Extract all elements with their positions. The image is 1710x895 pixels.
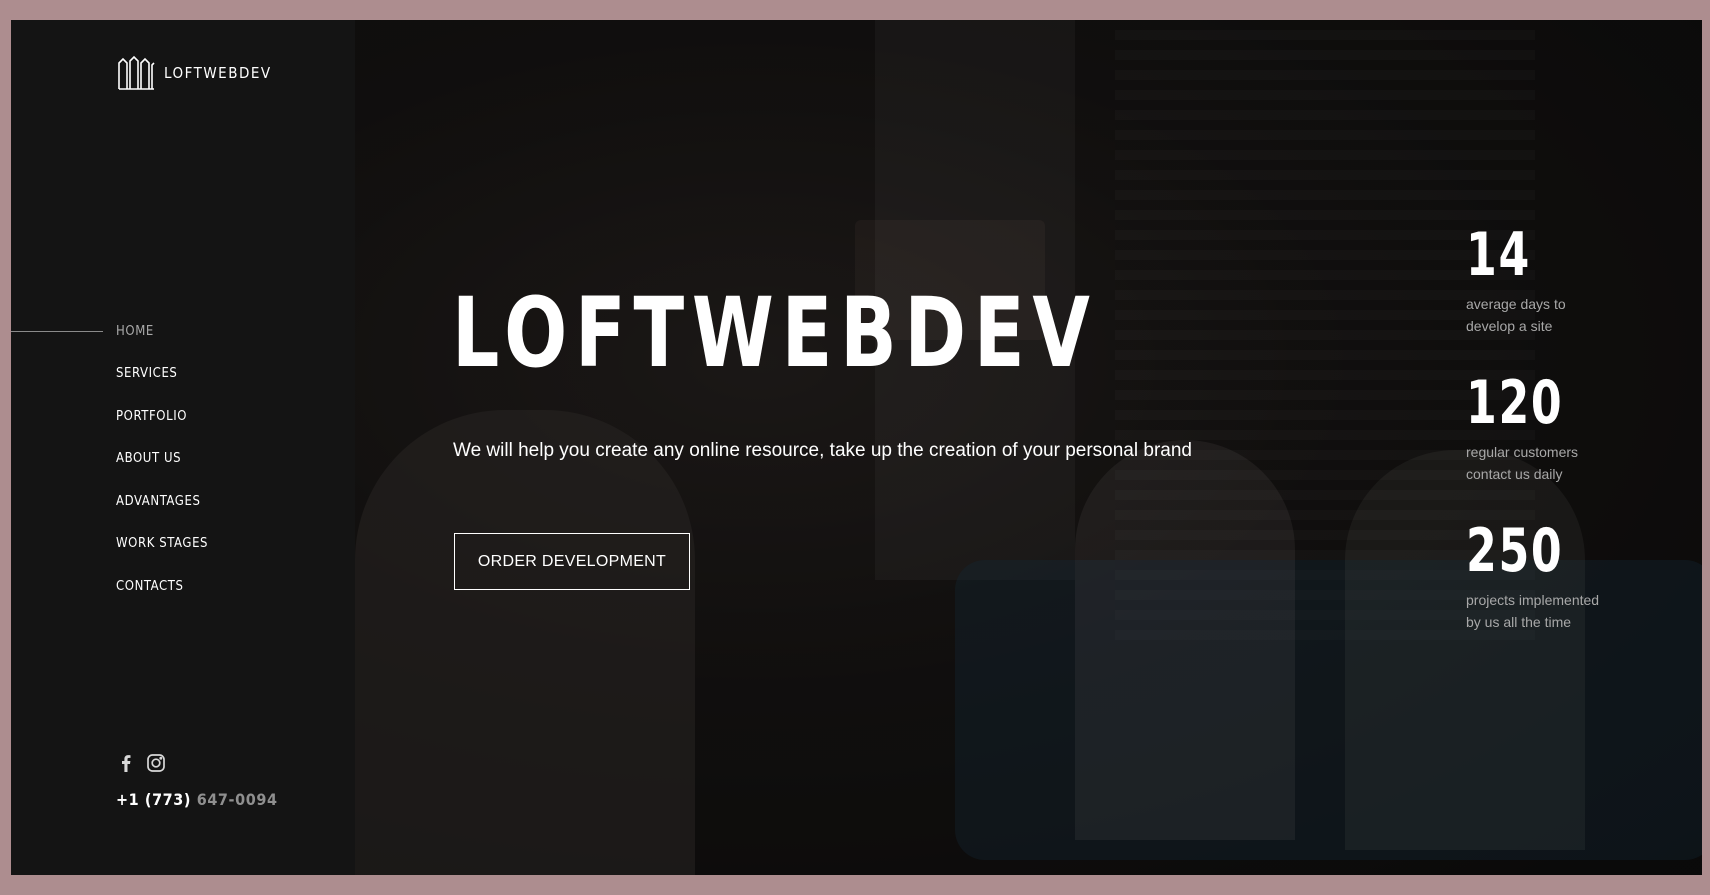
stat-description: average days to develop a site	[1466, 296, 1566, 334]
stat-value: 14	[1466, 220, 1531, 290]
stat-description: regular customers contact us daily	[1466, 444, 1579, 482]
order-development-button[interactable]: ORDER DEVELOPMENT	[454, 533, 690, 590]
phone-number[interactable]: +1 (773) 647-0094	[116, 790, 278, 809]
brand-name: LOFTWEBDEV	[164, 64, 272, 82]
nav-item-label: WORK STAGES	[116, 536, 209, 552]
nav-item-portfolio[interactable]: PORTFOLIO	[11, 395, 355, 438]
nav-item-label: ABOUT US	[116, 451, 182, 467]
nav-item-label: HOME	[116, 323, 154, 339]
instagram-icon[interactable]	[146, 753, 166, 773]
nav-item-label: CONTACTS	[116, 578, 184, 594]
page-frame: LOFTWEBDEV HOME SERVICES PORTFOLIO ABOUT…	[11, 20, 1702, 875]
nav-item-about-us[interactable]: ABOUT US	[11, 438, 355, 481]
facebook-icon[interactable]	[116, 753, 136, 773]
nav-item-label: SERVICES	[116, 366, 178, 382]
background-person	[1345, 450, 1585, 850]
brand-logo[interactable]: LOFTWEBDEV	[116, 55, 272, 91]
nav-item-contacts[interactable]: CONTACTS	[11, 565, 355, 608]
stat-value: 250	[1466, 516, 1564, 586]
background-person	[1075, 440, 1295, 840]
social-links	[116, 753, 166, 773]
hero-subtitle: We will help you create any online resou…	[453, 440, 1192, 461]
hero-section: LOFTWEBDEV We will help you create any o…	[355, 20, 1702, 875]
phone-prefix: +1 (773)	[116, 790, 192, 809]
nav-item-work-stages[interactable]: WORK STAGES	[11, 523, 355, 566]
stat-item: 250 projects implemented by us all the t…	[1466, 521, 1626, 633]
logo-icon	[118, 55, 155, 90]
phone-digits: 647-0094	[196, 790, 278, 809]
active-indicator-line	[11, 331, 103, 333]
nav-item-advantages[interactable]: ADVANTAGES	[11, 480, 355, 523]
hero-title: LOFTWEBDEV	[452, 277, 1098, 389]
stat-description: projects implemented by us all the time	[1466, 592, 1600, 630]
nav-item-services[interactable]: SERVICES	[11, 353, 355, 396]
sidebar: LOFTWEBDEV HOME SERVICES PORTFOLIO ABOUT…	[11, 20, 355, 875]
nav-item-home[interactable]: HOME	[11, 310, 355, 353]
nav-item-label: ADVANTAGES	[116, 493, 201, 509]
background-person	[355, 410, 695, 875]
stat-value: 120	[1466, 368, 1564, 438]
stat-item: 14 average days to develop a site	[1466, 225, 1626, 337]
nav-item-label: PORTFOLIO	[116, 408, 188, 424]
main-nav: HOME SERVICES PORTFOLIO ABOUT US ADVANTA…	[11, 310, 355, 608]
stat-item: 120 regular customers contact us daily	[1466, 373, 1626, 485]
